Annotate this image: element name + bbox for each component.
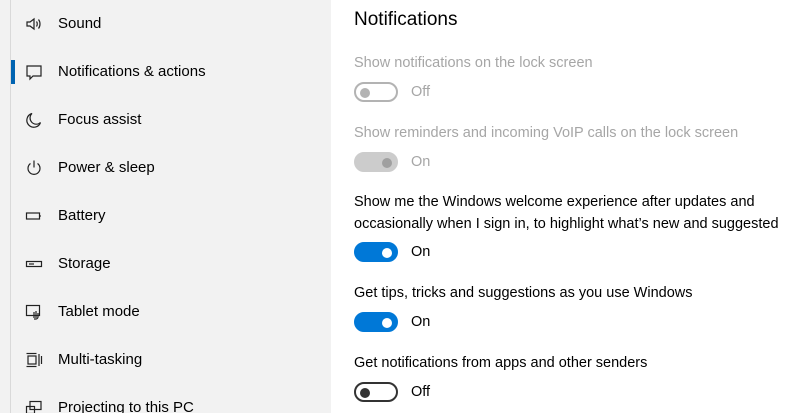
sidebar-item-notifications-actions[interactable]: Notifications & actions xyxy=(11,48,331,96)
lock-screen-notifications-toggle[interactable] xyxy=(354,82,398,102)
voip-reminders-label: Show reminders and incoming VoIP calls o… xyxy=(354,125,739,141)
sidebar-item-multitasking[interactable]: Multi-tasking xyxy=(11,336,331,384)
lock-screen-notifications-label: Show notifications on the lock screen xyxy=(354,55,593,71)
toggle-knob xyxy=(360,388,370,398)
speaker-icon xyxy=(25,15,43,33)
toggle-knob xyxy=(382,318,392,328)
sidebar-item-label: Focus assist xyxy=(58,111,142,128)
projecting-icon xyxy=(25,399,43,413)
welcome-experience-label: Show me the Windows welcome experience a… xyxy=(354,194,779,232)
multitasking-icon xyxy=(25,351,43,369)
sidebar-item-label: Power & sleep xyxy=(58,159,155,176)
moon-icon xyxy=(25,111,43,129)
app-notifications-state: Off xyxy=(411,384,431,400)
app-notifications-toggle[interactable] xyxy=(354,382,398,402)
sidebar-item-battery[interactable]: Battery xyxy=(11,192,331,240)
battery-icon xyxy=(25,207,43,225)
sidebar-item-label: Notifications & actions xyxy=(58,63,206,80)
toggle-knob xyxy=(360,88,370,98)
selection-indicator xyxy=(11,60,15,84)
sidebar-item-label: Storage xyxy=(58,255,111,272)
main-content: Notifications Show notifications on the … xyxy=(331,0,803,413)
sidebar-item-label: Projecting to this PC xyxy=(58,399,194,413)
sidebar-item-label: Multi-tasking xyxy=(58,351,143,368)
voip-reminders-state: On xyxy=(411,154,431,170)
storage-icon xyxy=(25,255,43,273)
section-title: Notifications xyxy=(354,9,458,30)
sidebar-item-power-sleep[interactable]: Power & sleep xyxy=(11,144,331,192)
welcome-experience-state: On xyxy=(411,244,431,260)
power-icon xyxy=(25,159,43,177)
sidebar-item-label: Tablet mode xyxy=(58,303,140,320)
tips-tricks-state: On xyxy=(411,314,431,330)
settings-window: Sound Notifications & actions Focus assi… xyxy=(0,0,803,413)
voip-reminders-toggle[interactable] xyxy=(354,152,398,172)
sidebar-item-storage[interactable]: Storage xyxy=(11,240,331,288)
sidebar-item-sound[interactable]: Sound xyxy=(11,0,331,48)
tablet-mode-icon xyxy=(25,303,43,321)
sidebar-item-focus-assist[interactable]: Focus assist xyxy=(11,96,331,144)
sidebar-item-projecting[interactable]: Projecting to this PC xyxy=(11,384,331,413)
welcome-experience-toggle[interactable] xyxy=(354,242,398,262)
toggle-knob xyxy=(382,158,392,168)
tips-tricks-label: Get tips, tricks and suggestions as you … xyxy=(354,285,693,301)
sidebar-item-label: Battery xyxy=(58,207,106,224)
lock-screen-notifications-state: Off xyxy=(411,84,431,100)
app-notifications-label: Get notifications from apps and other se… xyxy=(354,355,648,371)
sidebar-item-label: Sound xyxy=(58,15,102,32)
sidebar-item-tablet-mode[interactable]: Tablet mode xyxy=(11,288,331,336)
sidebar: Sound Notifications & actions Focus assi… xyxy=(0,0,331,413)
notification-icon xyxy=(25,63,43,81)
toggle-knob xyxy=(382,248,392,258)
tips-tricks-toggle[interactable] xyxy=(354,312,398,332)
